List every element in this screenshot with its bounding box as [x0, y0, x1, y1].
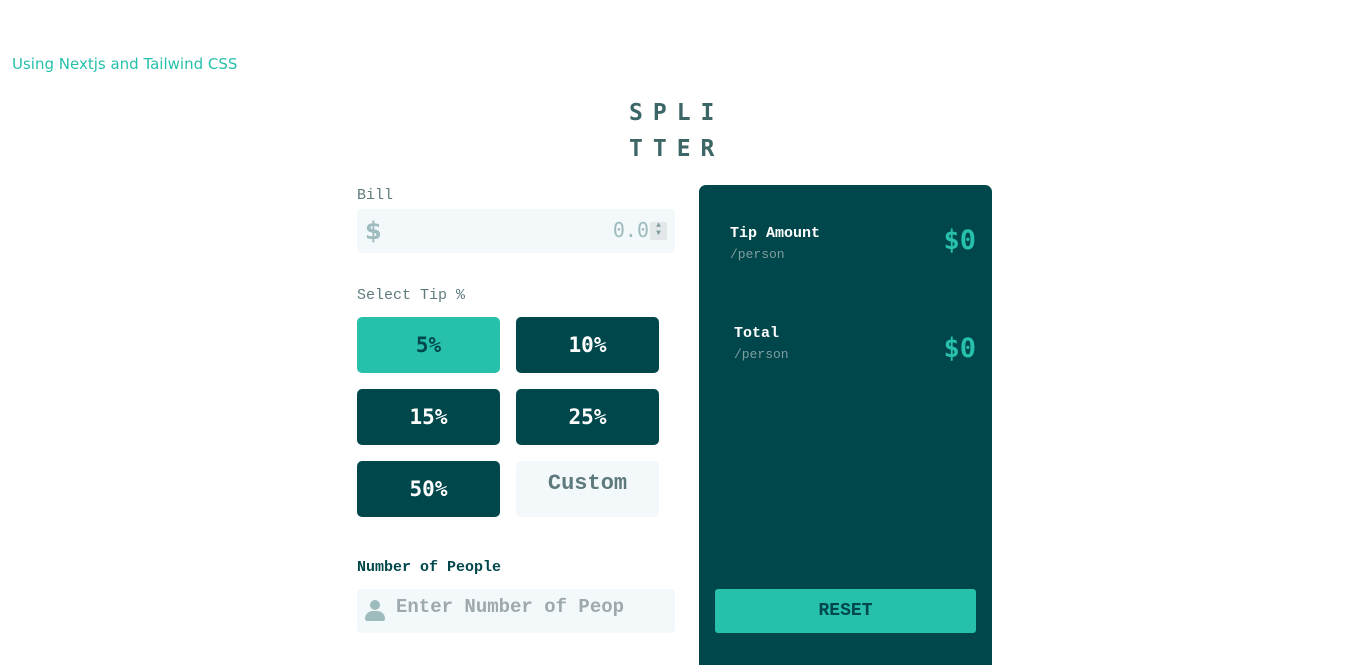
- spinner-down-icon[interactable]: ▼: [650, 230, 667, 238]
- dollar-icon: $: [365, 217, 382, 245]
- total-value: $0: [943, 333, 976, 364]
- tip-amount-per-person: /person: [730, 247, 785, 262]
- tip-amount-title: Tip Amount: [730, 225, 821, 242]
- results-panel: Tip Amount /person $0 Total /person $0 R…: [699, 185, 992, 665]
- tip-button-15[interactable]: 15%: [357, 389, 500, 445]
- logo-line-1: SPLI: [629, 100, 725, 126]
- people-placeholder: Enter Number of Peop: [396, 596, 625, 618]
- bill-label: Bill: [357, 187, 394, 204]
- page-subtitle: Using Nextjs and Tailwind CSS: [12, 55, 238, 73]
- total-title: Total: [734, 325, 780, 342]
- bill-value: 0.0: [612, 218, 649, 242]
- select-tip-label: Select Tip %: [357, 287, 466, 304]
- bill-input[interactable]: $ 0.0 ▲ ▼: [357, 209, 675, 253]
- reset-button[interactable]: RESET: [715, 589, 976, 633]
- total-per-person: /person: [734, 347, 789, 362]
- people-label: Number of People: [357, 559, 502, 576]
- person-icon: [365, 600, 385, 622]
- custom-tip-input[interactable]: Custom: [516, 461, 659, 517]
- app-logo: SPLI TTER: [629, 95, 729, 167]
- tip-button-10[interactable]: 10%: [516, 317, 659, 373]
- tip-button-50[interactable]: 50%: [357, 461, 500, 517]
- tip-button-5[interactable]: 5%: [357, 317, 500, 373]
- tip-amount-value: $0: [943, 225, 976, 256]
- tip-button-25[interactable]: 25%: [516, 389, 659, 445]
- number-spinner[interactable]: ▲ ▼: [650, 222, 667, 240]
- logo-line-2: TTER: [629, 136, 725, 162]
- people-input[interactable]: Enter Number of Peop: [357, 589, 675, 633]
